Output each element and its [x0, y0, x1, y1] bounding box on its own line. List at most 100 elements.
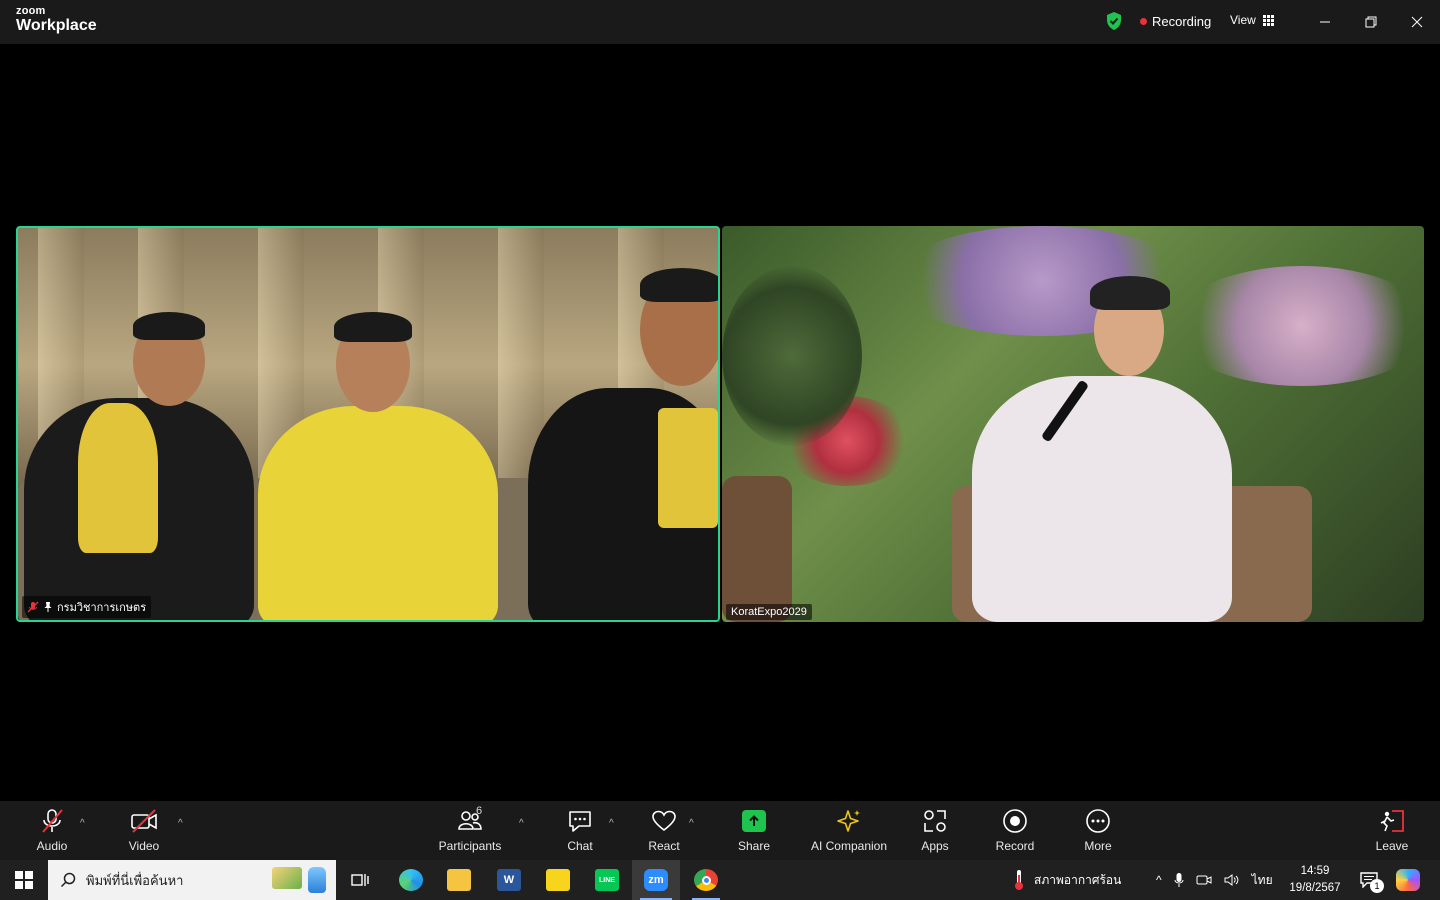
record-label: Record [995, 839, 1035, 853]
muted-mic-icon [42, 809, 63, 833]
participants-options-chevron-icon[interactable]: ^ [519, 818, 524, 829]
search-icon [60, 872, 76, 888]
task-view-icon [351, 874, 369, 886]
search-highlight [272, 867, 326, 893]
participants-button[interactable]: 6 Participants [425, 805, 515, 853]
zoom-icon: zm [644, 869, 668, 891]
taskbar-search[interactable]: พิมพ์ที่นี่เพื่อค้นหา [48, 860, 336, 900]
speaker-icon[interactable] [1224, 872, 1240, 888]
thermometer-icon [1015, 870, 1023, 890]
chat-button[interactable]: Chat [535, 807, 625, 853]
more-icon [1086, 809, 1110, 833]
shirt-left [78, 403, 158, 553]
copilot-icon [1396, 869, 1420, 891]
weather-label: สภาพอากาศร้อน [1034, 872, 1122, 887]
participants-count: 6 [476, 805, 483, 817]
taskbar-sticky-notes[interactable] [537, 860, 579, 900]
participant-name: KoratExpo2029 [731, 606, 807, 618]
taskbar-word[interactable]: W [488, 860, 530, 900]
notification-center-button[interactable]: 1 [1354, 860, 1384, 900]
bottle-icon [308, 867, 326, 893]
ai-companion-button[interactable]: AI Companion [804, 807, 894, 853]
taskbar-clock[interactable]: 14:59 19/8/2567 [1286, 863, 1344, 897]
windows-logo-icon [15, 871, 33, 889]
brand-large: Workplace [16, 17, 97, 34]
taskbar-file-explorer[interactable] [438, 860, 480, 900]
taskbar-edge[interactable] [390, 860, 432, 900]
record-button[interactable]: Record [970, 807, 1060, 853]
start-button[interactable] [0, 860, 48, 900]
brand-small: zoom [16, 5, 46, 17]
participants-label: Participants [438, 839, 502, 853]
title-bar: zoom Workplace Recording View [0, 0, 1440, 44]
video-label: Video [128, 839, 160, 853]
leaf-decor [722, 266, 862, 446]
shield-check-icon[interactable] [1104, 11, 1124, 31]
zoom-logo: zoom Workplace [16, 6, 97, 34]
taskbar-line[interactable]: LINE [586, 860, 628, 900]
close-icon [1411, 16, 1423, 28]
sticky-notes-icon [546, 869, 570, 891]
meeting-stage: กรมวิชาการเกษตร KoratExpo2029 [0, 44, 1440, 801]
close-button[interactable] [1405, 10, 1429, 34]
minimize-icon [1320, 21, 1330, 23]
apps-button[interactable]: Apps [890, 807, 980, 853]
speaker-hair [1090, 276, 1170, 310]
shirt-right [658, 408, 718, 528]
folder-icon [447, 869, 471, 891]
grid-icon [1262, 14, 1274, 26]
copilot-button[interactable] [1392, 860, 1424, 900]
muted-mic-icon [27, 601, 39, 613]
tray-overflow-chevron-icon[interactable]: ^ [1156, 873, 1162, 887]
weather-widget[interactable]: สภาพอากาศร้อน [1012, 860, 1121, 900]
more-button[interactable]: More [1053, 807, 1143, 853]
react-options-chevron-icon[interactable]: ^ [689, 818, 694, 829]
windows-taskbar: พิมพ์ที่นี่เพื่อค้นหา W LINE zm สภาพอากา… [0, 860, 1440, 900]
hair-right [640, 268, 718, 302]
record-icon [1003, 809, 1027, 833]
taskbar-chrome[interactable] [684, 860, 728, 900]
clock-time: 14:59 [1300, 865, 1330, 877]
audio-button[interactable]: Audio [7, 807, 97, 853]
share-button[interactable]: Share [709, 807, 799, 853]
react-button[interactable]: React [619, 807, 709, 853]
ai-companion-label: AI Companion [810, 839, 888, 853]
audio-options-chevron-icon[interactable]: ^ [80, 818, 85, 829]
apps-icon [924, 810, 946, 832]
search-placeholder: พิมพ์ที่นี่เพื่อค้นหา [86, 872, 184, 888]
chat-icon [569, 811, 591, 832]
meeting-toolbar: Audio ^ Video ^ 6 Participants ^ Chat ^ … [0, 801, 1440, 860]
video-off-icon [131, 809, 157, 833]
flowers-decor [1172, 266, 1424, 386]
restore-icon [1365, 16, 1377, 28]
word-icon: W [497, 869, 521, 891]
recording-dot-icon [1140, 18, 1147, 25]
edge-icon [399, 869, 423, 891]
participant-nameplate: KoratExpo2029 [726, 604, 812, 620]
microphone-icon[interactable] [1174, 872, 1184, 888]
recording-indicator[interactable]: Recording [1140, 14, 1211, 29]
hair-left [133, 312, 205, 340]
leave-icon [1380, 810, 1404, 832]
more-label: More [1084, 839, 1112, 853]
taskbar-zoom[interactable]: zm [632, 860, 680, 900]
restore-button[interactable] [1359, 10, 1383, 34]
audio-label: Audio [36, 839, 68, 853]
language-indicator[interactable]: ไทย [1252, 871, 1273, 890]
minimize-button[interactable] [1313, 10, 1337, 34]
share-screen-icon [742, 810, 766, 832]
video-tile-participant-1[interactable]: กรมวิชาการเกษตร [16, 226, 720, 622]
notification-badge: 1 [1370, 879, 1384, 893]
share-label: Share [737, 839, 771, 853]
chat-options-chevron-icon[interactable]: ^ [609, 818, 614, 829]
hair-middle [334, 312, 412, 342]
view-button[interactable]: View [1230, 13, 1274, 27]
video-options-chevron-icon[interactable]: ^ [178, 818, 183, 829]
video-button[interactable]: Video [99, 807, 189, 853]
camera-icon[interactable] [1196, 872, 1212, 888]
video-tile-participant-2[interactable]: KoratExpo2029 [722, 226, 1424, 622]
task-view-button[interactable] [340, 860, 380, 900]
leave-button[interactable]: Leave [1347, 807, 1437, 853]
line-icon: LINE [595, 869, 619, 891]
heart-icon [652, 810, 676, 832]
